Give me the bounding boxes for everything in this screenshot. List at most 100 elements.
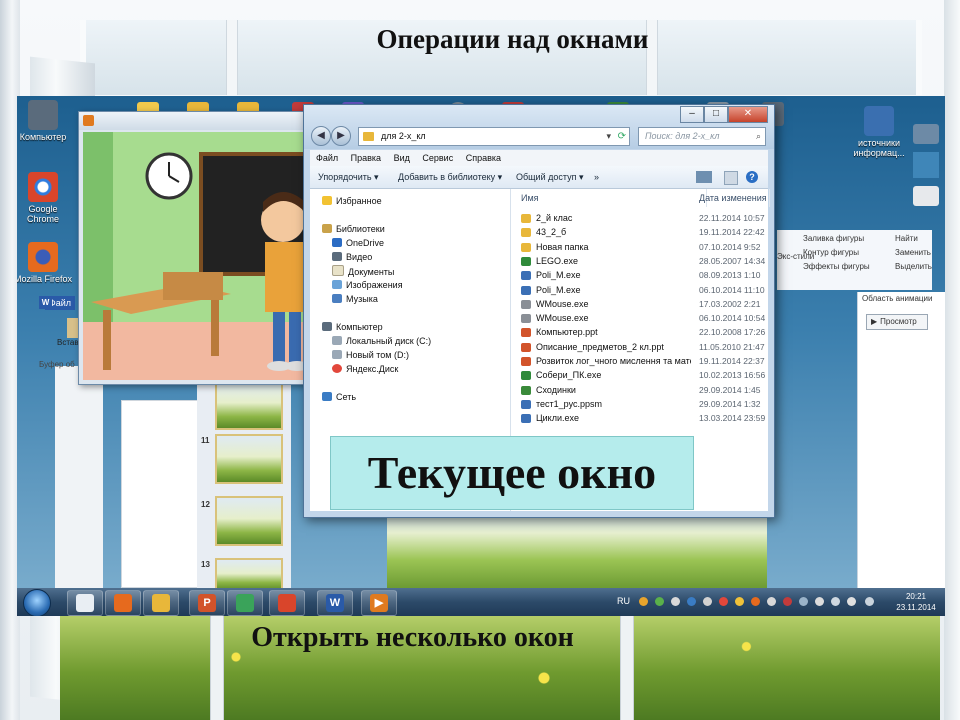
gadget-icon[interactable] bbox=[913, 152, 939, 178]
menu-tools[interactable]: Сервис bbox=[422, 150, 453, 166]
nav-favorites[interactable]: Избранное bbox=[322, 195, 382, 207]
nav-video[interactable]: Видео bbox=[332, 251, 372, 263]
back-button[interactable]: ◀ bbox=[311, 126, 331, 146]
close-button[interactable]: ✕ bbox=[728, 106, 768, 123]
search-input[interactable]: Поиск: для 2-х_кл ⌕ bbox=[638, 127, 766, 146]
shape-effects-button[interactable]: Эффекты фигуры bbox=[803, 262, 870, 271]
window-titlebar[interactable] bbox=[79, 112, 312, 130]
nav-libraries[interactable]: Библиотеки bbox=[322, 223, 385, 235]
taskbar-button[interactable] bbox=[269, 590, 305, 616]
nav-onedrive[interactable]: OneDrive bbox=[332, 237, 384, 249]
gadget-icon[interactable] bbox=[913, 186, 939, 206]
add-to-library-button[interactable]: Добавить в библиотеку ▾ bbox=[398, 166, 502, 188]
start-button[interactable] bbox=[23, 589, 51, 616]
taskbar-button[interactable]: W bbox=[317, 590, 353, 616]
maximize-button[interactable]: □ bbox=[704, 106, 728, 123]
taskbar-button[interactable]: P bbox=[189, 590, 225, 616]
desktop-icon-chrome[interactable]: Google Chrome bbox=[17, 172, 73, 224]
organize-button[interactable]: Упорядочить ▾ bbox=[318, 166, 379, 188]
more-commands-button[interactable]: » bbox=[594, 166, 599, 188]
settings-gadget-icon[interactable] bbox=[913, 124, 939, 144]
column-header-date[interactable]: Дата изменения bbox=[697, 189, 770, 207]
replace-button[interactable]: Заменить bbox=[895, 248, 931, 257]
tray-icon[interactable] bbox=[719, 597, 728, 606]
language-indicator[interactable]: RU bbox=[617, 596, 630, 606]
flag-tray-icon[interactable] bbox=[815, 597, 824, 606]
tray-icon[interactable] bbox=[655, 597, 664, 606]
address-bar[interactable]: для 2-х_кл ▾ ⟳ bbox=[358, 127, 630, 146]
nav-network[interactable]: Сеть bbox=[322, 391, 356, 403]
slide-thumbnail[interactable] bbox=[215, 558, 283, 592]
file-name: Описание_предметов_2 кл.ppt bbox=[536, 341, 664, 352]
taskbar-button[interactable] bbox=[227, 590, 263, 616]
tray-icon[interactable] bbox=[703, 597, 712, 606]
taskbar-button[interactable]: ▶ bbox=[361, 590, 397, 616]
tray-icon[interactable] bbox=[735, 597, 744, 606]
file-row[interactable]: WMouse.exe 17.03.2002 2:21 bbox=[511, 297, 768, 311]
find-button[interactable]: Найти bbox=[895, 234, 918, 243]
preview-button[interactable]: ▶ Просмотр bbox=[866, 314, 928, 330]
slide-number: 11 bbox=[201, 436, 210, 445]
nav-documents[interactable]: Документы bbox=[332, 265, 394, 278]
file-row[interactable]: Собери_ПК.exe 10.02.2013 16:56 bbox=[511, 368, 768, 382]
help-icon[interactable]: ? bbox=[746, 171, 758, 183]
chevron-down-icon[interactable]: ▾ bbox=[606, 128, 611, 145]
menu-view[interactable]: Вид bbox=[394, 150, 410, 166]
menu-file[interactable]: Файл bbox=[316, 150, 338, 166]
network-tray-icon[interactable] bbox=[831, 597, 840, 606]
shape-fill-button[interactable]: Заливка фигуры bbox=[803, 234, 864, 243]
cartoon-player-window[interactable] bbox=[78, 111, 313, 385]
nav-pictures[interactable]: Изображения bbox=[332, 279, 403, 291]
slide-editing-area[interactable] bbox=[121, 400, 198, 588]
nav-computer[interactable]: Компьютер bbox=[322, 321, 383, 333]
minimize-button[interactable]: – bbox=[680, 106, 704, 123]
network-tray-icon[interactable] bbox=[799, 597, 808, 606]
slide-thumbnail[interactable] bbox=[215, 434, 283, 484]
desktop-icon-info-sources[interactable]: источники информац... bbox=[849, 106, 909, 158]
file-row[interactable]: LEGO.exe 28.05.2007 14:34 bbox=[511, 254, 768, 268]
menu-help[interactable]: Справка bbox=[466, 150, 501, 166]
nav-drive-d[interactable]: Новый том (D:) bbox=[332, 349, 409, 361]
menu-edit[interactable]: Правка bbox=[351, 150, 381, 166]
file-row[interactable]: Описание_предметов_2 кл.ppt 11.05.2010 21… bbox=[511, 340, 768, 354]
file-row[interactable]: Poli_M.exe 06.10.2014 11:10 bbox=[511, 283, 768, 297]
nav-yandex-disk[interactable]: Яндекс.Диск bbox=[332, 363, 398, 375]
select-button[interactable]: Выделить bbox=[895, 262, 932, 271]
tray-icon[interactable] bbox=[671, 597, 680, 606]
forward-button[interactable]: ▶ bbox=[331, 126, 351, 146]
window-titlebar[interactable]: – □ ✕ ◀ ▶ для 2-х_кл ▾ ⟳ Поиск: для 2-х_… bbox=[304, 105, 774, 149]
clock[interactable]: 20:21 23.11.2014 bbox=[891, 591, 941, 613]
tray-icon[interactable] bbox=[751, 597, 760, 606]
nav-music[interactable]: Музыка bbox=[332, 293, 378, 305]
file-row[interactable]: Цикли.exe 13.03.2014 23:59 bbox=[511, 411, 768, 425]
file-row[interactable]: тест1_рус.ppsm 29.09.2014 1:32 bbox=[511, 397, 768, 411]
taskbar-button[interactable] bbox=[105, 590, 141, 616]
taskbar-button[interactable] bbox=[67, 590, 103, 616]
volume-icon[interactable] bbox=[847, 597, 856, 606]
notification-icon[interactable] bbox=[865, 597, 874, 606]
tray-icon[interactable] bbox=[783, 597, 792, 606]
file-row[interactable]: Компьютер.ppt 22.10.2008 17:26 bbox=[511, 325, 768, 339]
tray-icon[interactable] bbox=[767, 597, 776, 606]
desktop-icon-computer[interactable]: Компьютер bbox=[17, 100, 73, 142]
file-row[interactable]: Poli_M.exe 08.09.2013 1:10 bbox=[511, 268, 768, 282]
view-options-icon[interactable] bbox=[696, 171, 712, 183]
column-header-name[interactable]: Имя bbox=[511, 189, 707, 207]
tray-icon[interactable] bbox=[639, 597, 648, 606]
slide-thumbnail[interactable] bbox=[215, 496, 283, 546]
taskbar-button[interactable] bbox=[143, 590, 179, 616]
slide-thumbnail[interactable] bbox=[215, 380, 283, 430]
preview-pane-icon[interactable] bbox=[724, 171, 738, 185]
refresh-icon[interactable]: ⟳ bbox=[618, 128, 626, 145]
share-button[interactable]: Общий доступ ▾ bbox=[516, 166, 584, 188]
express-styles-button[interactable]: Экс-стили bbox=[777, 252, 814, 261]
file-row[interactable]: 43_2_б 19.11.2014 22:42 bbox=[511, 225, 768, 239]
file-row[interactable]: Сходинки 29.09.2014 1:45 bbox=[511, 383, 768, 397]
tray-icon[interactable] bbox=[687, 597, 696, 606]
nav-drive-c[interactable]: Локальный диск (C:) bbox=[332, 335, 431, 347]
file-row[interactable]: Розвиток лог_чного мислення та мате... 19… bbox=[511, 354, 768, 368]
file-row[interactable]: Новая папка 07.10.2014 9:52 bbox=[511, 240, 768, 254]
desktop-icon-firefox[interactable]: Mozilla Firefox bbox=[17, 242, 73, 284]
file-row[interactable]: 2_й клас 22.11.2014 10:57 bbox=[511, 211, 768, 225]
file-row[interactable]: WMouse.exe 06.10.2014 10:54 bbox=[511, 311, 768, 325]
